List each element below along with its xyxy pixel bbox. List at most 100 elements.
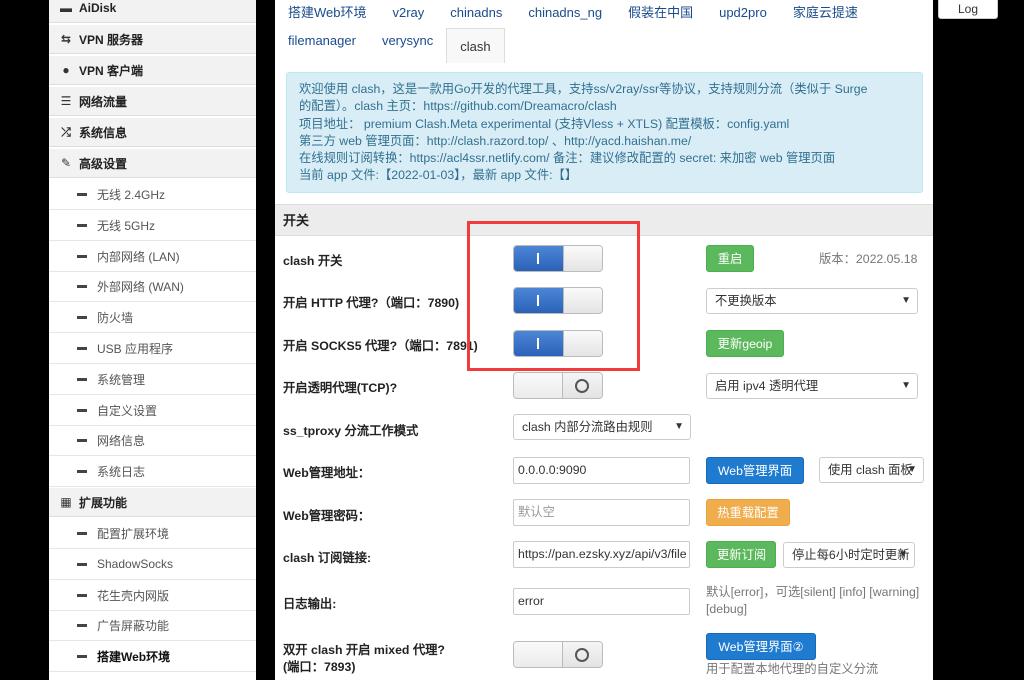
sidebar-subitem-label: 广告屏蔽功能 [97,619,170,634]
info-line: 项目地址： premium Clash.Meta experimental (支… [299,116,790,131]
sidebar-item-traffic[interactable]: ☰ 网络流量 [49,87,256,116]
sidebar-subitem-label: 花生壳内网版 [97,588,170,603]
http-proxy-label: 开启 HTTP 代理?（端口：7890) [283,296,460,310]
hot-reload-button[interactable]: 热重载配置 [706,499,790,526]
sidebar-subitem-label: ShadowSocks [97,557,174,572]
dash-icon [77,470,87,474]
update-schedule-select[interactable]: 停止每6小时定时更新 ▼ [783,542,915,568]
sidebar-subitem-label: 搭建Web环境 [97,650,171,665]
tab-0[interactable]: filemanager [275,28,369,54]
highlight-annotation-box [467,221,640,371]
sidebar-subitem[interactable]: 花生壳内网版 [49,580,256,611]
sidebar-subitem[interactable]: 内部网络 (LAN) [49,241,256,272]
log-button[interactable]: Log [938,0,998,19]
info-line: 在线规则订阅转换：https://acl4ssr.netlify.com/ 备注… [299,151,836,166]
sidebar-item-drive[interactable]: ▬ AiDisk [49,0,256,23]
tab-1[interactable]: verysync [369,28,446,54]
toggle-off-icon [575,378,590,393]
sidebar-subitem-label: 网络信息 [97,434,146,449]
tabs-row-2: filemanager verysync clash [275,28,933,63]
sidebar-subitem[interactable]: 无线 5GHz [49,210,256,241]
transparent-proxy-label: 开启透明代理(TCP)? [283,381,398,395]
tabs-row-1: 搭建Web环境 v2ray chinadns chinadns_ng 假装在中国 upd2… [275,0,933,26]
sidebar-subitem[interactable]: 外部网络 (WAN) [49,272,256,303]
dash-icon [77,562,87,566]
sidebar-subitem[interactable]: 系统日志 [49,457,256,488]
sidebar-subitem-label: 内部网络 (LAN) [97,249,180,264]
drive-icon: ▬ [60,1,72,15]
chevron-down-icon: ▼ [898,549,908,560]
sidebar: ▬ AiDisk ⇆ VPN 服务器 ● VPN 客户端 ☰ 网络流量 ⤮ 系统信息 ✎ 高级设置 无线… [49,0,256,680]
web-password-label: Web管理密码： [283,509,371,523]
web-ui-button[interactable]: Web管理界面 [706,457,804,484]
chevron-down-icon: ▼ [901,380,911,391]
tab-6[interactable]: 家庭云提速 [780,0,871,26]
transparent-proxy-switch[interactable] [513,372,603,399]
tproxy-mode-label: ss_tproxy 分流工作模式 [283,424,419,438]
tab-4[interactable]: 假装在中国 [615,0,706,26]
sidebar-item-globe[interactable]: ● VPN 客户端 [49,56,256,85]
subscribe-url-input[interactable]: https://pan.ezsky.xyz/api/v3/file [513,541,690,568]
sidebar-item-label: 扩展功能 [79,495,128,510]
update-geoip-button[interactable]: 更新geoip [706,330,784,357]
version-select[interactable]: 不更换版本 ▼ [706,288,918,314]
sidebar-subitem[interactable]: 广告屏蔽功能 [49,611,256,642]
tab-0[interactable]: 搭建Web环境 [275,0,380,26]
subscribe-label: clash 订阅链接: [283,551,372,565]
vpn-server-icon: ⇆ [60,32,72,46]
wrench-icon: ✎ [60,156,72,170]
restart-button[interactable]: 重启 [706,245,754,272]
tab-3[interactable]: chinadns_ng [515,0,615,26]
mixed-proxy-label: 双开 clash 开启 mixed 代理? [283,643,445,657]
sidebar-item-wrench[interactable]: ✎ 高级设置 [49,149,256,178]
tab-5[interactable]: upd2pro [706,0,780,26]
info-line: 的配置）。clash 主页：https://github.com/Dreamac… [299,99,617,114]
web-password-input[interactable]: 默认空 [513,499,690,526]
shuffle-icon: ⤮ [61,124,71,139]
chevron-down-icon: ▼ [674,421,684,432]
log-level-input[interactable]: error [513,588,690,615]
log-level-hint-2: [debug] [706,602,748,616]
sidebar-subitem[interactable]: 配置扩展环境 [49,519,256,549]
chevron-down-icon: ▼ [901,295,911,306]
update-subscription-button[interactable]: 更新订阅 [706,541,776,568]
tab-2[interactable]: chinadns [437,0,515,26]
sidebar-subitem-label: 系统管理 [97,372,146,387]
dash-icon [77,254,87,258]
sidebar-item-label: AiDisk [79,1,117,15]
sidebar-item-grid[interactable]: ▦ 扩展功能 [49,488,256,517]
tab-2[interactable]: clash [446,28,505,63]
panel-select[interactable]: 使用 clash 面板 ▼ [819,457,924,483]
mixed-proxy-switch[interactable] [513,641,603,668]
dash-icon [77,532,87,535]
sidebar-subitem-label: 配置扩展环境 [97,527,170,541]
sidebar-subitem[interactable]: 搭建Web环境 [49,642,256,673]
sidebar-subitem[interactable]: 自定义设置 [49,395,256,426]
sidebar-subitem-label: 无线 5GHz [97,218,156,233]
sidebar-item-label: 系统信息 [79,125,128,140]
tab-1[interactable]: v2ray [380,0,438,26]
version-label: 版本：2022.05.18 [819,252,918,266]
info-line: 第三方 web 管理页面：http://clash.razord.top/ 、h… [299,133,692,148]
web-ui-2-button[interactable]: Web管理界面② [706,633,816,660]
sidebar-item-vpn-server[interactable]: ⇆ VPN 服务器 [49,25,256,54]
sidebar-subitem[interactable]: 系统管理 [49,364,256,395]
sidebar-subitem[interactable]: 防火墙 [49,303,256,334]
mixed-proxy-hint: 用于配置本地代理的自定义分流 [706,662,879,676]
sidebar-subitem[interactable]: 无线 2.4GHz [49,180,256,210]
dash-icon [77,439,87,443]
sidebar-item-shuffle[interactable]: ⤮ 系统信息 [49,118,256,147]
dash-icon [77,285,87,289]
tproxy-mode-select[interactable]: clash 内部分流路由规则 ▼ [513,414,691,440]
sidebar-subitem[interactable]: ShadowSocks [49,549,256,580]
sidebar-subitem-label: 防火墙 [97,311,134,326]
sidebar-item-label: VPN 客户端 [79,63,144,78]
dash-icon [77,408,87,412]
web-address-input[interactable]: 0.0.0.0:9090 [513,457,690,484]
sidebar-subitem[interactable]: USB 应用程序 [49,334,256,364]
dash-icon [77,316,87,320]
log-level-hint: 默认[error]，可选[silent] [info] [warning] [706,585,920,599]
globe-icon: ● [62,63,70,77]
ipv4-transparent-select[interactable]: 启用 ipv4 透明代理 ▼ [706,373,918,399]
sidebar-subitem[interactable]: 网络信息 [49,426,256,457]
